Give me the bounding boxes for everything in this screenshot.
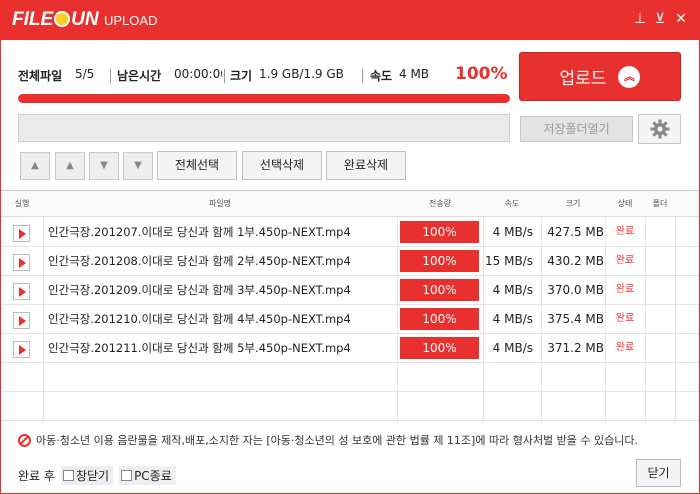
sun-icon [54, 11, 71, 27]
total-files-label: 전체파일 [18, 69, 63, 83]
triangle-down-icon: ▼ [100, 160, 108, 171]
settings-button[interactable] [638, 114, 681, 144]
play-icon[interactable] [13, 283, 30, 300]
after-complete-label: 완료 후 [18, 469, 55, 483]
file-size: 430.2 MB [547, 254, 604, 268]
double-chevron-up-icon: ︽ [618, 65, 641, 88]
close-window-checkbox[interactable]: 창닫기 [60, 466, 114, 485]
divider [362, 69, 363, 83]
file-name: 인간극장.201210.이대로 당신과 함께 4부.450p-NEXT.mp4 [48, 312, 351, 326]
file-progress: 100% [400, 279, 479, 301]
open-folder-button[interactable]: 저장폴더열기 [520, 116, 633, 142]
play-icon[interactable] [13, 312, 30, 329]
file-name: 인간극장.201207.이대로 당신과 함께 1부.450p-NEXT.mp4 [48, 225, 351, 239]
file-status: 완료 [615, 255, 635, 266]
move-top-icon: ▲ [66, 160, 74, 171]
file-name: 인간극장.201208.이대로 당신과 함께 2부.450p-NEXT.mp4 [48, 254, 351, 268]
close-icon[interactable]: ✕ [672, 10, 690, 28]
remaining-time-value: 00:00:00 [174, 67, 222, 81]
legal-warning: 아동·청소년 이용 음란물을 제작,배포,소지한 자는 [아동·청소년의 성 보… [18, 432, 638, 448]
table-row[interactable]: 인간극장.201210.이대로 당신과 함께 4부.450p-NEXT.mp4 1… [1, 305, 699, 334]
table-row[interactable]: 인간극장.201208.이대로 당신과 함께 2부.450p-NEXT.mp4 1… [1, 247, 699, 276]
header-folder[interactable]: 폴더 [645, 191, 675, 217]
delete-selected-button[interactable]: 선택삭제 [242, 151, 322, 180]
file-name: 인간극장.201211.이대로 당신과 함께 5부.450p-NEXT.mp4 [48, 341, 351, 355]
file-name: 인간극장.201209.이대로 당신과 함께 3부.450p-NEXT.mp4 [48, 283, 351, 297]
table-row[interactable]: 인간극장.201209.이대로 당신과 함께 3부.450p-NEXT.mp4 1… [1, 276, 699, 305]
file-size: 371.2 MB [547, 341, 604, 355]
file-status: 완료 [615, 313, 635, 324]
file-size: 375.4 MB [547, 312, 604, 326]
move-bottom-button[interactable]: ▼ [123, 152, 153, 180]
speed-label: 속도 [370, 69, 393, 83]
checkbox-box[interactable] [62, 470, 74, 481]
after-complete-options: 완료 후 창닫기 PC종료 [18, 466, 176, 485]
legal-warning-text: 아동·청소년 이용 음란물을 제작,배포,소지한 자는 [아동·청소년의 성 보… [36, 434, 639, 447]
move-up-button[interactable]: ▲ [20, 152, 50, 180]
file-speed: 4 MB/s [492, 312, 533, 326]
file-speed: 4 MB/s [492, 225, 533, 239]
file-status: 완료 [615, 226, 635, 237]
file-progress: 100% [400, 308, 479, 330]
play-icon[interactable] [13, 225, 30, 242]
total-progress-fill [18, 94, 510, 103]
gear-icon [650, 119, 669, 139]
header-transfer[interactable]: 전송량 [397, 191, 483, 217]
speed-value: 4 MB [399, 67, 430, 81]
pin-icon[interactable]: ⊥ [631, 10, 649, 28]
prohibited-icon [18, 433, 31, 447]
table-row-empty [1, 392, 699, 421]
file-progress: 100% [400, 250, 479, 272]
upload-button[interactable]: 업로드 ︽ [519, 52, 681, 101]
file-size: 370.0 MB [547, 283, 604, 297]
file-status: 완료 [615, 342, 635, 353]
header-speed[interactable]: 속도 [483, 191, 541, 217]
close-window-label: 창닫기 [75, 469, 110, 483]
window-subtitle: UPLOAD [104, 13, 158, 28]
play-icon[interactable] [13, 254, 30, 271]
header-status[interactable]: 상태 [605, 191, 645, 217]
close-button[interactable]: 닫기 [636, 459, 681, 487]
divider [224, 69, 225, 83]
table-row-empty [1, 363, 699, 392]
upload-button-label: 업로드 [559, 69, 607, 89]
header-run[interactable]: 실행 [1, 191, 43, 217]
file-progress: 100% [400, 221, 479, 243]
total-percent: 100% [455, 64, 508, 84]
delete-completed-button[interactable]: 완료삭제 [326, 151, 406, 180]
move-bottom-icon: ▼ [134, 160, 142, 171]
file-speed: 15 MB/s [485, 254, 533, 268]
shutdown-pc-checkbox[interactable]: PC종료 [119, 466, 176, 485]
table-row[interactable]: 인간극장.201211.이대로 당신과 함께 5부.450p-NEXT.mp4 1… [1, 334, 699, 363]
checkbox-box[interactable] [121, 470, 133, 481]
table-header: 실행 파일명 전송량 속도 크기 상태 폴더 [1, 191, 699, 217]
title-bar: FILE UN UPLOAD ⊥ ⊻ ✕ [0, 0, 700, 40]
remaining-time-label: 남은시간 [117, 69, 162, 83]
file-table: 실행 파일명 전송량 속도 크기 상태 폴더 인간극장.201207.이대로 당… [1, 190, 699, 423]
file-speed: 4 MB/s [492, 283, 533, 297]
save-path-field[interactable] [18, 114, 510, 142]
total-progress-bar [18, 94, 510, 103]
size-label: 크기 [230, 69, 253, 83]
filesun-logo: FILE UN [12, 9, 99, 30]
play-icon[interactable] [13, 341, 30, 358]
select-all-button[interactable]: 전체선택 [157, 151, 237, 180]
size-value: 1.9 GB/1.9 GB [259, 67, 344, 81]
table-scrollbar[interactable] [676, 217, 698, 423]
triangle-up-icon: ▲ [31, 160, 39, 171]
file-status: 완료 [615, 284, 635, 295]
divider [110, 69, 111, 83]
minimize-icon[interactable]: ⊻ [651, 10, 669, 28]
file-progress: 100% [400, 337, 479, 359]
total-files-value: 5/5 [75, 67, 95, 81]
header-filename[interactable]: 파일명 [43, 191, 397, 217]
move-down-button[interactable]: ▼ [89, 152, 119, 180]
shutdown-pc-label: PC종료 [134, 469, 172, 483]
move-top-button[interactable]: ▲ [55, 152, 85, 180]
file-speed: 4 MB/s [492, 341, 533, 355]
header-size[interactable]: 크기 [541, 191, 605, 217]
file-size: 427.5 MB [547, 225, 604, 239]
table-row[interactable]: 인간극장.201207.이대로 당신과 함께 1부.450p-NEXT.mp4 1… [1, 218, 699, 247]
